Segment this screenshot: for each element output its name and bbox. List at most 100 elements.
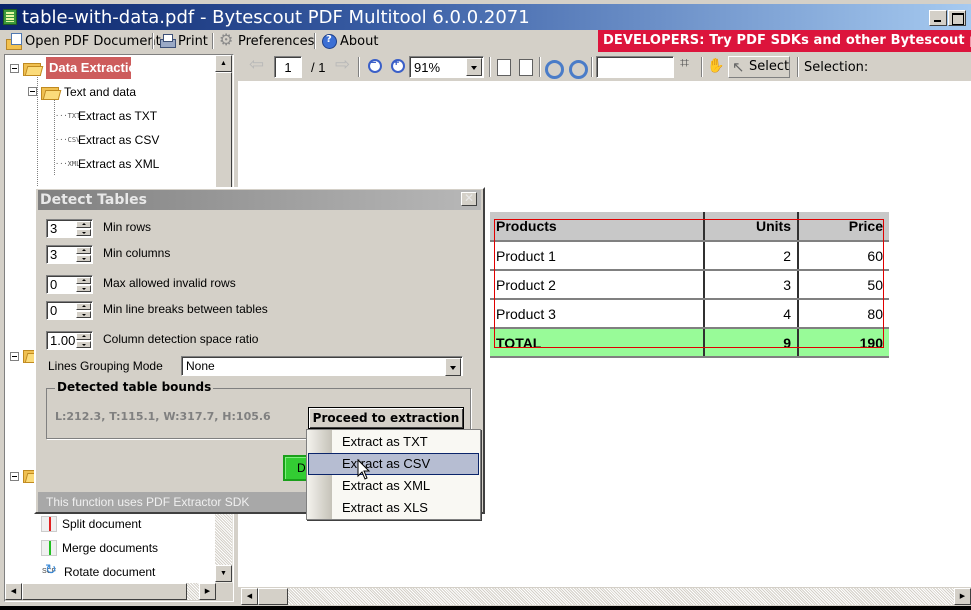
scroll-right-button[interactable]: ▶ [954,588,971,605]
menu-separator [212,33,214,49]
stepper-down-button[interactable] [76,341,91,348]
min-line-breaks-stepper[interactable]: 0 [46,301,93,320]
max-invalid-rows-stepper[interactable]: 0 [46,275,93,294]
collapse-toggle[interactable] [10,64,19,73]
tree-item-label: Extract as CSV [78,133,160,147]
tree-item-split-document[interactable]: Split document [41,514,141,534]
split-icon [41,516,57,532]
table-cell: TOTAL [490,328,705,358]
open-pdf-button[interactable]: Open PDF Document [6,32,161,50]
collapse-toggle[interactable] [10,472,19,481]
stepper-up-button[interactable] [76,303,91,310]
min-columns-stepper[interactable]: 3 [46,245,93,264]
table-row: Product 2 3 50 [490,270,889,300]
stepper-value: 3 [50,247,58,262]
min-rows-stepper[interactable]: 3 [46,219,93,238]
toolbar-separator [539,57,541,77]
tree-item-label: Extract as XML [78,157,160,171]
csv-file-icon: ···CSV [55,136,81,144]
detected-bounds-value: L:212.3, T:115.1, W:317.7, H:105.6 [55,410,271,423]
stepper-up-button[interactable] [76,277,91,284]
minimize-button[interactable] [929,10,947,26]
table-cell: 60 [798,241,889,271]
close-icon[interactable]: ✕ [461,192,477,206]
viewer-horizontal-scrollbar[interactable]: ◀ ▶ [241,588,971,606]
about-button[interactable]: About [321,32,378,50]
extract-format-menu: Extract as TXT Extract as CSV Extract as… [306,429,481,520]
rotate-right-icon[interactable] [567,58,588,79]
menu-item-extract-csv[interactable]: Extract as CSV [308,453,479,475]
stepper-up-button[interactable] [76,247,91,254]
min-rows-label: Min rows [103,220,152,234]
page-number-input[interactable]: 1 [274,56,302,78]
zoom-combo[interactable]: 91% [409,56,484,78]
zoom-in-icon[interactable] [386,57,405,76]
min-line-breaks-label: Min line breaks between tables [103,302,268,316]
scroll-right-button[interactable]: ▶ [199,583,216,600]
binoculars-icon[interactable] [678,55,696,76]
tree-item-merge-documents[interactable]: Merge documents [41,538,158,558]
help-icon [321,33,337,49]
next-page-icon[interactable] [335,54,353,76]
collapse-toggle[interactable] [28,87,37,96]
menu-item-extract-xls[interactable]: Extract as XLS [308,497,479,519]
tree-item-label: Text and data [64,85,137,99]
scroll-thumb[interactable] [22,583,187,600]
chevron-down-icon[interactable] [445,358,461,376]
tree-item-text-and-data[interactable]: Text and data [41,82,136,102]
scroll-track[interactable] [187,583,199,600]
tree-horizontal-scrollbar[interactable]: ◀ ▶ [5,583,233,601]
detected-bounds-title: Detected table bounds [55,380,214,394]
stepper-up-button[interactable] [76,221,91,228]
proceed-to-extraction-button[interactable]: Proceed to extraction [308,407,464,429]
stepper-down-button[interactable] [76,311,91,318]
scroll-left-button[interactable]: ◀ [5,583,22,600]
zoom-out-icon[interactable] [363,57,382,76]
max-invalid-rows-label: Max allowed invalid rows [103,276,236,290]
column-space-ratio-label: Column detection space ratio [103,332,259,346]
scroll-down-button[interactable]: ▼ [215,565,232,582]
tree-item-label: Split document [62,517,142,531]
stepper-up-button[interactable] [76,333,91,340]
menu-item-extract-xml[interactable]: Extract as XML [308,475,479,497]
scroll-thumb[interactable] [258,588,288,605]
previous-page-icon[interactable] [249,54,267,76]
continuous-page-icon[interactable] [516,58,534,76]
tree-item-data-extraction[interactable]: Data Extraction [23,57,131,79]
maximize-button[interactable] [948,10,966,26]
stepper-value: 0 [50,303,58,318]
preferences-button[interactable]: Preferences [219,30,314,50]
scroll-left-button[interactable]: ◀ [241,588,258,605]
folder-icon [23,61,41,76]
print-button[interactable]: Print [159,32,208,50]
search-input[interactable] [596,56,674,78]
tree-item-extract-csv[interactable]: ···CSV Extract as CSV [55,130,159,150]
dialog-title-bar[interactable]: Detect Tables ✕ [38,190,481,210]
tree-item-label: Merge documents [62,541,159,555]
scroll-track[interactable] [288,588,954,605]
menu-bar: Open PDF Document Print Preferences Abou… [0,30,971,52]
tree-item-label: Rotate document [64,565,156,579]
stepper-down-button[interactable] [76,255,91,262]
stepper-down-button[interactable] [76,229,91,236]
rotate-left-icon[interactable] [543,58,564,79]
hand-tool-icon[interactable] [705,57,724,76]
select-tool-button[interactable]: Select [728,56,790,78]
tree-item-extract-xml[interactable]: ···XML Extract as XML [55,154,159,174]
merge-icon [41,540,57,556]
toolbar-separator [358,57,360,77]
tree-item-rotate-document[interactable]: Rotate document [41,561,156,582]
developers-promo-banner[interactable]: DEVELOPERS: Try PDF SDKs and other Bytes… [598,30,971,52]
stepper-down-button[interactable] [76,285,91,292]
lines-grouping-select[interactable]: None [181,356,463,376]
tree-item-extract-txt[interactable]: ···TXT Extract as TXT [55,106,157,126]
chevron-down-icon[interactable] [466,58,482,76]
table-cell: Product 1 [490,241,705,271]
table-total-row: TOTAL 9 190 [490,328,889,358]
column-space-ratio-stepper[interactable]: 1.00 [46,331,93,350]
scroll-up-button[interactable]: ▲ [215,55,232,72]
single-page-icon[interactable] [494,58,512,76]
collapse-toggle[interactable] [10,352,19,361]
menu-item-extract-txt[interactable]: Extract as TXT [308,431,479,453]
table-row: Product 1 2 60 [490,241,889,271]
